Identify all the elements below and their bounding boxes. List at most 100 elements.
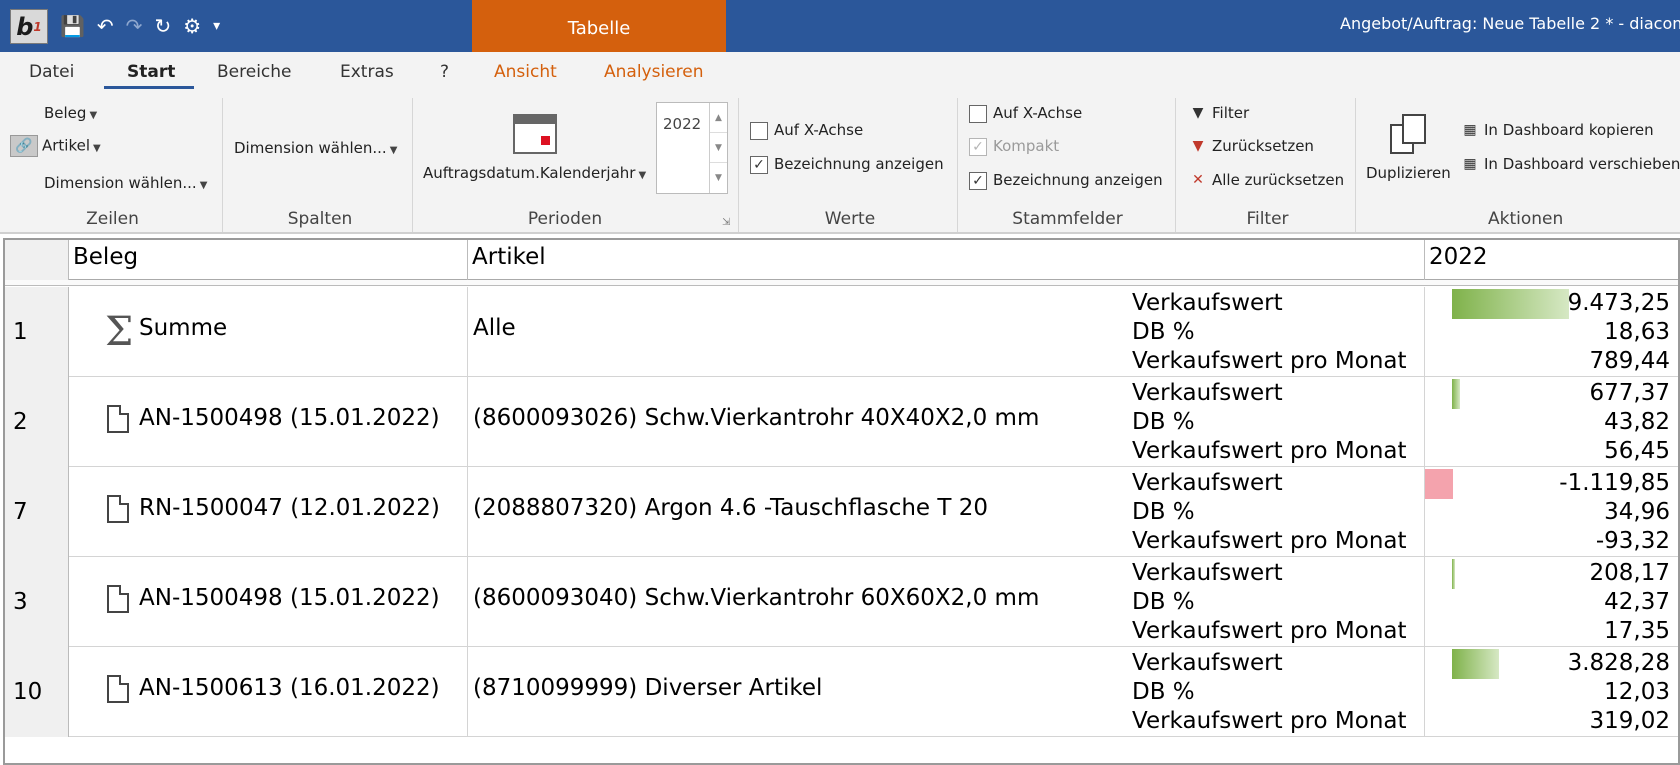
- stammfelder-x-achse-checkbox[interactable]: Auf X-Achse: [969, 104, 1082, 123]
- cell-values[interactable]: -1.119,85 34,96 -93,32: [1425, 467, 1678, 557]
- value-db-percent: 18,63: [1604, 319, 1670, 345]
- zeilen-dimension-label: Dimension wählen...: [44, 174, 197, 192]
- tab-help[interactable]: ?: [440, 62, 449, 82]
- dialog-launcher-icon[interactable]: ⇲: [722, 217, 730, 228]
- cell-artikel[interactable]: Alle: [468, 287, 1128, 377]
- checkbox-checked[interactable]: ✓: [969, 171, 987, 190]
- column-header-artikel[interactable]: Artikel: [468, 240, 1425, 280]
- spin-dropdown-icon[interactable]: ▼: [710, 163, 727, 193]
- year-spinner[interactable]: 2022 ▲ ▼ ▼: [656, 102, 728, 194]
- spinner-buttons: ▲ ▼ ▼: [709, 103, 727, 193]
- tools-icon[interactable]: ⚙: [183, 16, 201, 36]
- zuruecksetzen-button[interactable]: ▼ Zurücksetzen: [1188, 137, 1314, 156]
- dashboard-verschieben-button[interactable]: ▦ In Dashboard verschieben: [1460, 155, 1680, 174]
- alle-zuruecksetzen-button[interactable]: ✕ Alle zurücksetzen: [1188, 171, 1344, 190]
- cell-values[interactable]: 3.828,28 12,03 319,02: [1425, 647, 1678, 737]
- refresh-icon[interactable]: ↻: [154, 16, 171, 36]
- checkbox-unchecked[interactable]: [750, 121, 768, 140]
- tab-start[interactable]: Start: [127, 62, 175, 82]
- beleg-text: AN-1500498 (15.01.2022): [139, 405, 440, 431]
- measure-label: DB %: [1132, 499, 1195, 525]
- filter-label: Filter: [1212, 104, 1250, 122]
- row-number[interactable]: 1: [5, 287, 69, 377]
- group-label-werte: Werte: [824, 209, 876, 229]
- window-title: Angebot/Auftrag: Neue Tabelle 2 * - diac…: [1340, 14, 1680, 33]
- artikel-dropdown[interactable]: 🔗 Artikel ▼: [10, 135, 101, 157]
- tab-extras[interactable]: Extras: [340, 62, 394, 82]
- beleg-dropdown-label: Beleg: [44, 104, 87, 122]
- document-icon: [107, 495, 129, 523]
- value-verkaufswert: 208,17: [1589, 560, 1670, 586]
- cell-beleg[interactable]: AN-1500613 (16.01.2022): [69, 647, 468, 737]
- duplicate-icon[interactable]: [1390, 114, 1426, 154]
- cell-artikel[interactable]: (8600093040) Schw.Vierkantrohr 60X60X2,0…: [468, 557, 1128, 647]
- tab-ansicht[interactable]: Ansicht: [494, 62, 557, 82]
- kompakt-label: Kompakt: [993, 137, 1060, 155]
- row-number-header[interactable]: [5, 240, 69, 280]
- value-db-percent: 34,96: [1604, 499, 1670, 525]
- spin-down-icon[interactable]: ▼: [710, 133, 727, 163]
- checkbox-checked[interactable]: ✓: [750, 155, 768, 174]
- filter-button[interactable]: ▼ Filter: [1188, 104, 1250, 123]
- zuruecksetzen-label: Zurücksetzen: [1212, 137, 1314, 155]
- funnel-reset-icon: ▼: [1192, 137, 1204, 154]
- row-number[interactable]: 3: [5, 557, 69, 647]
- spin-up-icon[interactable]: ▲: [710, 103, 727, 133]
- value-verkaufswert: 3.828,28: [1567, 650, 1670, 676]
- checkbox-unchecked[interactable]: [969, 104, 987, 123]
- customize-qat-icon[interactable]: ▾: [213, 19, 220, 33]
- cell-values[interactable]: 208,17 42,37 17,35: [1425, 557, 1678, 647]
- tab-datei[interactable]: Datei: [29, 62, 74, 82]
- app-logo[interactable]: b1: [10, 9, 48, 44]
- value-verkaufswert-pro-monat: 789,44: [1589, 348, 1670, 374]
- beleg-text: RN-1500047 (12.01.2022): [139, 495, 440, 521]
- alle-zuruecksetzen-label: Alle zurücksetzen: [1212, 171, 1345, 189]
- beleg-dropdown[interactable]: Beleg ▼: [44, 104, 97, 122]
- row-number[interactable]: 10: [5, 647, 69, 737]
- cell-artikel[interactable]: (8710099999) Diverser Artikel: [468, 647, 1128, 737]
- cell-beleg[interactable]: Σ Summe: [69, 287, 468, 377]
- werte-x-achse-checkbox[interactable]: Auf X-Achse: [750, 121, 863, 140]
- context-tab-tabelle[interactable]: Tabelle: [472, 0, 726, 52]
- calendar-marker: [541, 136, 550, 145]
- column-header-beleg[interactable]: Beleg: [69, 240, 468, 280]
- redo-icon[interactable]: ↷: [126, 16, 143, 36]
- stammfelder-bezeichnung-checkbox[interactable]: ✓ Bezeichnung anzeigen: [969, 171, 1163, 190]
- duplizieren-button[interactable]: Duplizieren: [1366, 164, 1451, 182]
- cell-beleg[interactable]: AN-1500498 (15.01.2022): [69, 557, 468, 647]
- beleg-text: AN-1500498 (15.01.2022): [139, 585, 440, 611]
- duplicate-icon-front: [1402, 114, 1426, 144]
- row-number[interactable]: 2: [5, 377, 69, 467]
- table-row[interactable]: 3 AN-1500498 (15.01.2022) (8600093040) Sch…: [5, 557, 1678, 647]
- cell-artikel[interactable]: (2088807320) Argon 4.6 -Tauschflasche T …: [468, 467, 1128, 557]
- column-header-year[interactable]: 2022: [1425, 240, 1678, 280]
- measure-label: Verkaufswert: [1132, 290, 1283, 316]
- cell-values[interactable]: 9.473,25 18,63 789,44: [1425, 287, 1678, 377]
- pivot-table[interactable]: Beleg Artikel 2022 1 Σ Summe Alle Verkaufswe…: [3, 238, 1680, 765]
- dashboard-kopieren-button[interactable]: ▦ In Dashboard kopieren: [1460, 121, 1653, 140]
- table-row[interactable]: 10 AN-1500613 (16.01.2022) (8710099999) Di…: [5, 647, 1678, 737]
- cell-values[interactable]: 677,37 43,82 56,45: [1425, 377, 1678, 467]
- calendar-icon[interactable]: [513, 114, 557, 154]
- tab-bereiche[interactable]: Bereiche: [217, 62, 292, 82]
- undo-icon[interactable]: ↶: [97, 16, 114, 36]
- spalten-dimension-dropdown[interactable]: Dimension wählen... ▼: [234, 139, 397, 157]
- zeilen-dimension-dropdown[interactable]: Dimension wählen... ▼: [44, 174, 207, 192]
- table-row[interactable]: 1 Σ Summe Alle Verkaufswert DB % Verkaufswert …: [5, 287, 1678, 377]
- period-field-dropdown[interactable]: Auftragsdatum.Kalenderjahr ▼: [423, 164, 646, 182]
- logo-subscript: 1: [33, 19, 42, 34]
- row-number[interactable]: 7: [5, 467, 69, 557]
- funnel-clear-icon: ✕: [1192, 171, 1204, 188]
- tab-analysieren[interactable]: Analysieren: [604, 62, 704, 82]
- measure-label: Verkaufswert pro Monat: [1132, 348, 1407, 374]
- cell-beleg[interactable]: RN-1500047 (12.01.2022): [69, 467, 468, 557]
- group-separator: [1355, 98, 1356, 232]
- table-row[interactable]: 7 RN-1500047 (12.01.2022) (2088807320) Arg…: [5, 467, 1678, 557]
- cell-beleg[interactable]: AN-1500498 (15.01.2022): [69, 377, 468, 467]
- table-row[interactable]: 2 AN-1500498 (15.01.2022) (8600093026) Sch…: [5, 377, 1678, 467]
- chevron-down-icon: ▼: [89, 110, 98, 121]
- save-icon[interactable]: 💾: [60, 16, 85, 36]
- cell-measure-labels: Verkaufswert DB % Verkaufswert pro Monat: [1128, 287, 1425, 377]
- werte-bezeichnung-checkbox[interactable]: ✓ Bezeichnung anzeigen: [750, 155, 944, 174]
- cell-artikel[interactable]: (8600093026) Schw.Vierkantrohr 40X40X2,0…: [468, 377, 1128, 467]
